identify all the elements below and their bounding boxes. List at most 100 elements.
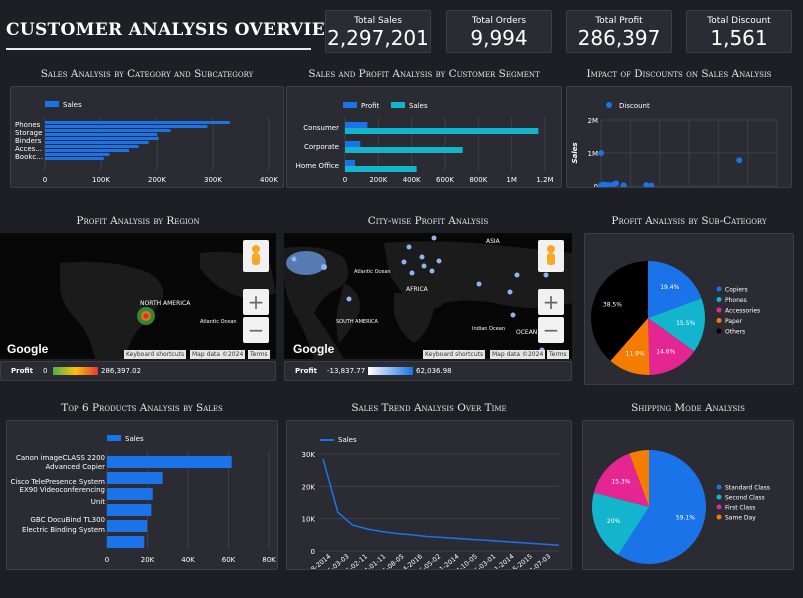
- legend-marker: [716, 484, 722, 490]
- map-label-atlantic: Atlantic Ocean: [354, 269, 391, 275]
- bar: [45, 129, 171, 132]
- slice-label: 14.6%: [656, 349, 675, 356]
- google-logo: Google: [7, 342, 49, 356]
- scatter-point: [598, 150, 604, 156]
- city-legend: Profit -13,837.77 62,036.98: [284, 361, 572, 381]
- region-legend-label: Profit: [11, 367, 33, 375]
- y-tick-label: Phones: [15, 121, 41, 129]
- bar: [107, 536, 145, 548]
- kpi-total-orders: Total Orders 9,994: [446, 10, 552, 53]
- zoom-out-button[interactable]: −: [538, 317, 564, 343]
- slice-label: 15.5%: [676, 320, 695, 327]
- x-tick-label: 40K: [181, 556, 195, 564]
- terms-link[interactable]: Terms: [248, 350, 270, 359]
- legend-swatch-sales: [107, 435, 121, 441]
- bar: [107, 520, 148, 532]
- legend-marker: [716, 297, 722, 302]
- y-tick-label: EX90 Videoconferencing: [20, 486, 105, 494]
- x-tick-label: 20K: [141, 556, 155, 564]
- x-tick-label: 1.2M: [536, 176, 553, 184]
- x-tick-label: 800K: [469, 176, 487, 184]
- legend-label: Paper: [725, 318, 743, 325]
- city-legend-min: -13,837.77: [327, 367, 366, 375]
- x-tick-label: 80K: [262, 556, 276, 564]
- map-label-north-america: NORTH AMERICA: [140, 300, 191, 307]
- kpi-label: Total Sales: [354, 16, 402, 26]
- subcat-chart-panel: 19.4% 15.5% 14.6% 11.9% 38.5% Copiers Phones Ac…: [584, 233, 794, 385]
- region-legend: Profit 0 286,397.02: [0, 361, 276, 381]
- legend-label: Accessories: [725, 308, 760, 315]
- top6-chart: Sales 0 20K 40K 60K 80K Canon imageCLASS 2200A…: [11, 435, 276, 564]
- bar: [45, 133, 157, 136]
- bar: [45, 137, 159, 140]
- legend-label: Same Day: [725, 515, 756, 522]
- legend-label: Phones: [725, 297, 747, 304]
- section-title-city: City-wise Profit Analysis: [367, 215, 489, 227]
- kpi-total-discount: Total Discount 1,561: [686, 10, 792, 53]
- legend-swatch-profit: [343, 102, 357, 108]
- city-map[interactable]: ASIA AFRICA SOUTH AMERICA Atlantic Ocean…: [284, 233, 572, 359]
- line-series-sales: [322, 458, 560, 546]
- y-tick-label: Advanced Copier: [45, 463, 105, 471]
- bar: [107, 488, 153, 500]
- legend-label: First Class: [725, 505, 755, 512]
- zoom-out-button[interactable]: −: [243, 317, 269, 343]
- y-tick-label: GBC DocuBind TL300: [30, 516, 105, 524]
- trend-chart-panel: Sales 0 10K 20K 30K 3-18-2014 2016-03-03 2015-0…: [286, 420, 572, 583]
- zoom-in-button[interactable]: +: [538, 289, 564, 315]
- legend-marker: [716, 328, 722, 334]
- bar: [45, 149, 129, 152]
- city-legend-gradient: [368, 367, 413, 375]
- y-tick-label: Binders: [15, 137, 42, 145]
- keyboard-shortcuts-link[interactable]: Keyboard shortcuts: [124, 350, 187, 359]
- slice-label: 19.4%: [660, 284, 679, 291]
- y-tick-label: Storage: [15, 129, 42, 137]
- scatter-point: [648, 182, 655, 189]
- region-legend-min: 0: [43, 367, 48, 375]
- street-view-pegman-icon[interactable]: [538, 240, 564, 272]
- map-data-attribution: Map data ©2024: [490, 350, 546, 359]
- terms-link[interactable]: Terms: [547, 350, 569, 359]
- bar: [45, 153, 110, 156]
- map-label-ocean: OCEAN: [516, 329, 537, 336]
- city-legend-label: Profit: [295, 367, 317, 375]
- google-logo: Google: [293, 342, 335, 356]
- legend-label-profit: Profit: [361, 102, 380, 110]
- zoom-in-button[interactable]: +: [243, 289, 269, 315]
- slice-label: 11.9%: [626, 351, 645, 358]
- bar-profit: [345, 141, 361, 147]
- title-underline: [6, 48, 311, 50]
- bar-profit: [345, 122, 368, 128]
- y-tick-label: 1M: [588, 150, 599, 158]
- bar: [107, 456, 232, 468]
- x-tick-label: 0: [343, 176, 347, 184]
- top6-chart-panel: Sales 0 20K 40K 60K 80K Canon imageCLASS 2200 A…: [6, 420, 278, 570]
- legend-marker: [716, 286, 722, 292]
- legend-swatch-sales: [391, 102, 405, 108]
- bar: [45, 121, 230, 124]
- legend-marker: [716, 494, 722, 500]
- street-view-pegman-icon[interactable]: [243, 240, 269, 272]
- segment-chart: Profit Sales 0 200K 400K 600K 800K 1M 1.2M Consum…: [296, 102, 554, 184]
- x-tick-label: 200K: [148, 176, 166, 184]
- x-tick-label: 100K: [92, 176, 110, 184]
- kpi-value: 286,397: [577, 26, 661, 50]
- shipping-pie-chart: 59.1% 20% 15.3% Standard Class Second Class F…: [592, 450, 770, 564]
- category-chart-panel: Sales 0 100K 200K 300K 400K Phones Storage Binde…: [10, 86, 284, 188]
- y-tick-label: Canon imageCLASS 2200: [16, 454, 105, 462]
- kpi-value: 1,561: [710, 26, 768, 50]
- trend-chart: Sales010K20K30K3-18-20142016-03-032015-0…: [301, 436, 560, 583]
- section-title-segment: Sales and Profit Analysis by Customer Se…: [308, 68, 540, 80]
- map-label-asia: ASIA: [486, 238, 501, 245]
- discount-chart-panel: Discount01M2MSalesDiscount: [566, 86, 792, 199]
- bar: [107, 472, 163, 484]
- kpi-value: 2,297,201: [327, 26, 429, 50]
- region-map[interactable]: NORTH AMERICA Atlantic Ocean + − Google …: [0, 233, 276, 359]
- city-map-land: ASIA AFRICA SOUTH AMERICA Atlantic Ocean…: [284, 235, 572, 359]
- x-tick-label: 0: [43, 176, 47, 184]
- keyboard-shortcuts-link[interactable]: Keyboard shortcuts: [423, 350, 486, 359]
- legend-label-discount: Discount: [619, 102, 650, 110]
- section-title-trend: Sales Trend Analysis Over Time: [351, 402, 507, 414]
- discount-chart: Discount01M2MSalesDiscount: [571, 102, 778, 199]
- legend-label: Others: [725, 329, 745, 336]
